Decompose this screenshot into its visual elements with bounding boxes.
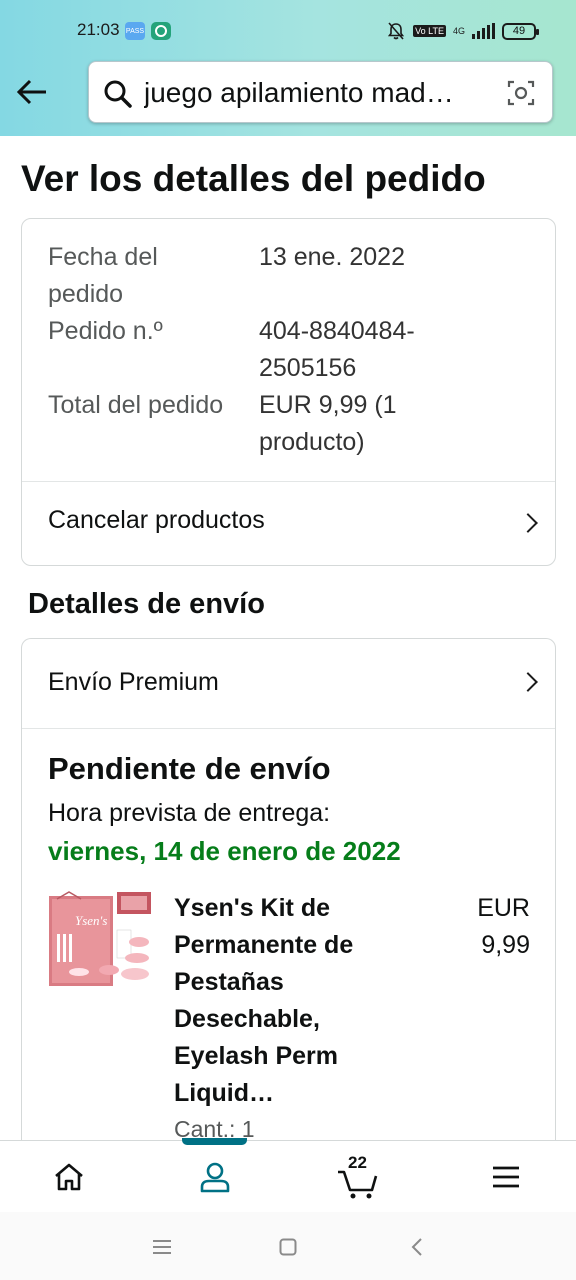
nav-cart[interactable]: 22 bbox=[318, 1141, 398, 1213]
product-price: EUR 9,99 bbox=[477, 894, 530, 959]
home-icon bbox=[55, 1163, 83, 1191]
menu-icon bbox=[493, 1166, 519, 1188]
status-time: 21:03 bbox=[77, 20, 120, 39]
product-brand-print: Ysen's bbox=[75, 913, 107, 928]
chevron-right-icon bbox=[518, 672, 538, 692]
battery-icon: 49 bbox=[502, 22, 539, 40]
app-header: 21:03 PASS Vo LTE 4G 49 juego apilamient… bbox=[0, 0, 576, 136]
nav-home[interactable] bbox=[29, 1141, 109, 1213]
shipment-status: Pendiente de envío bbox=[48, 751, 331, 786]
volte-badge: Vo LTE bbox=[413, 25, 446, 37]
account-icon bbox=[200, 1162, 230, 1193]
recents-icon bbox=[153, 1240, 171, 1254]
order-summary-card: Fecha del pedido 13 ene. 2022 Pedido n.º… bbox=[21, 218, 556, 566]
search-icon bbox=[104, 80, 132, 108]
eta-date: viernes, 14 de enero de 2022 bbox=[48, 836, 401, 866]
divider bbox=[22, 728, 555, 729]
order-total-label: Total del pedido bbox=[48, 391, 224, 419]
status-right-icons: Vo LTE 4G 49 bbox=[386, 20, 539, 42]
back-triangle-icon bbox=[411, 1238, 422, 1256]
shipping-section-title: Detalles de envío bbox=[28, 588, 265, 620]
notification-app-icon bbox=[151, 22, 171, 40]
eta-label: Hora prevista de entrega: bbox=[48, 799, 331, 827]
back-system-button[interactable] bbox=[402, 1232, 432, 1262]
network-type: 4G bbox=[452, 26, 465, 36]
cancel-products-link[interactable]: Cancelar productos bbox=[48, 506, 265, 535]
back-button[interactable] bbox=[14, 74, 50, 110]
cart-count-badge: 22 bbox=[348, 1153, 367, 1172]
order-total-value: EUR 9,99 (1 producto) bbox=[259, 391, 397, 456]
search-input[interactable]: juego apilamiento mad… bbox=[88, 61, 553, 123]
battery-level: 49 bbox=[512, 25, 526, 37]
pass-app-icon: PASS bbox=[125, 22, 145, 40]
signal-icon bbox=[472, 23, 495, 39]
nav-account[interactable] bbox=[175, 1141, 255, 1213]
cancel-products-row[interactable]: Cancelar productos bbox=[22, 482, 555, 566]
home-button[interactable] bbox=[273, 1232, 303, 1262]
order-number-value: 404-8840484-2505156 bbox=[259, 317, 415, 382]
page-title: Ver los detalles del pedido bbox=[21, 158, 486, 199]
order-date-label: Fecha del pedido bbox=[48, 243, 158, 308]
square-home-icon bbox=[279, 1238, 297, 1256]
order-date-value: 13 ene. 2022 bbox=[259, 243, 405, 271]
order-number-label: Pedido n.º bbox=[48, 317, 163, 345]
system-navigation-bar bbox=[0, 1212, 576, 1280]
product-image[interactable]: Ysen's bbox=[49, 890, 153, 992]
shipping-method-row[interactable]: Envío Premium bbox=[22, 639, 555, 729]
shipping-method-link[interactable]: Envío Premium bbox=[48, 668, 219, 697]
search-query[interactable]: juego apilamiento mad… bbox=[144, 77, 486, 109]
chevron-right-icon bbox=[518, 513, 538, 533]
nav-menu[interactable] bbox=[466, 1141, 546, 1213]
camera-search-icon[interactable] bbox=[506, 78, 536, 108]
bell-muted-icon bbox=[388, 22, 405, 40]
arrow-left-icon bbox=[16, 79, 46, 105]
bottom-navigation: 22 bbox=[0, 1138, 576, 1213]
product-title-link[interactable]: Ysen's Kit de Permanente de Pestañas Des… bbox=[174, 890, 404, 1112]
status-bar: 21:03 PASS Vo LTE 4G 49 bbox=[0, 0, 576, 62]
shipping-card: Envío Premium Pendiente de envío Hora pr… bbox=[21, 638, 556, 1198]
recents-button[interactable] bbox=[147, 1232, 177, 1262]
